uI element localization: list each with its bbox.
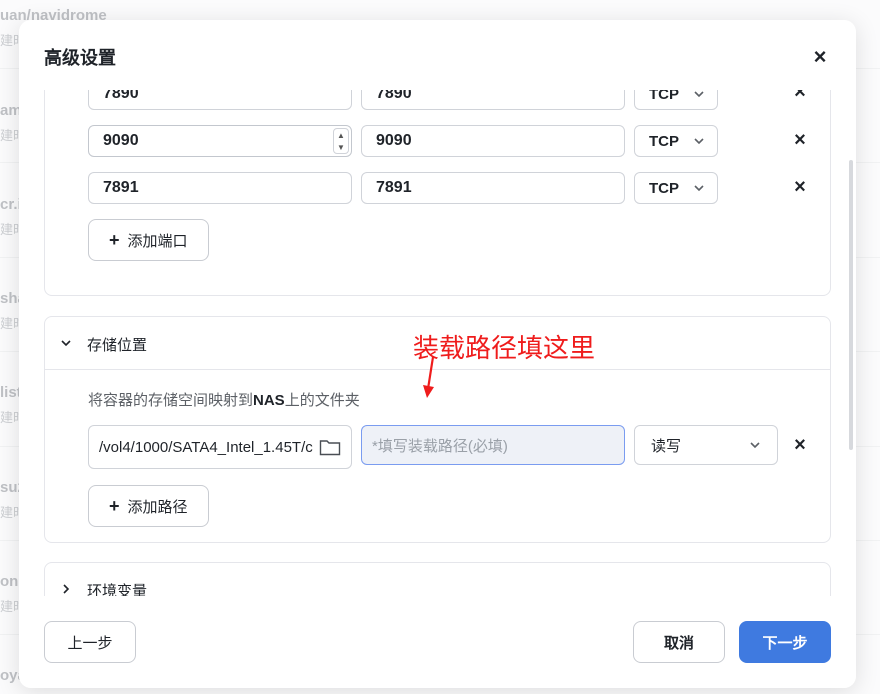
folder-icon[interactable] xyxy=(319,438,341,456)
host-port-input[interactable]: 9090 ▲ ▼ xyxy=(88,125,352,157)
chevron-down-icon xyxy=(61,340,71,347)
chevron-up-icon[interactable]: ▲ xyxy=(337,131,345,140)
host-path-value: /vol4/1000/SATA4_Intel_1.45T/c xyxy=(99,438,313,456)
remove-port-button[interactable]: × xyxy=(792,129,808,151)
description-prefix: 将容器的存储空间映射到 xyxy=(88,392,254,409)
read-write-value: 读写 xyxy=(651,437,682,455)
close-button[interactable]: × xyxy=(810,46,830,68)
remove-port-button[interactable]: × xyxy=(792,90,808,103)
description-suffix: 上的文件夹 xyxy=(284,392,360,409)
chevron-down-icon xyxy=(694,185,704,192)
read-write-select[interactable]: 读写 xyxy=(634,425,778,465)
remove-port-button[interactable]: × xyxy=(792,176,808,198)
container-port-value: 7891 xyxy=(376,179,412,196)
host-port-input[interactable]: 7890 xyxy=(88,90,352,110)
plus-icon: + xyxy=(109,229,120,250)
chevron-down-icon xyxy=(750,442,760,449)
container-port-value: 7890 xyxy=(376,90,412,102)
dialog-header: 高级设置 × xyxy=(19,20,856,90)
close-icon[interactable]: × xyxy=(814,46,827,68)
number-stepper[interactable]: ▲ ▼ xyxy=(333,128,349,154)
protocol-value: TCP xyxy=(649,90,679,103)
host-port-input[interactable]: 7891 xyxy=(88,172,352,204)
add-port-label: 添加端口 xyxy=(127,232,188,250)
container-port-input[interactable]: 7891 xyxy=(361,172,625,204)
scrollbar[interactable] xyxy=(849,160,853,450)
annotation-text: 装载路径填这里 xyxy=(413,333,596,363)
protocol-select[interactable]: TCP xyxy=(634,90,718,110)
host-port-value: 9090 xyxy=(103,132,139,149)
annotation-arrow xyxy=(423,356,435,398)
remove-path-button[interactable]: × xyxy=(792,434,808,456)
host-port-value: 7891 xyxy=(103,179,139,196)
add-path-button[interactable]: + 添加路径 xyxy=(88,485,209,527)
add-path-label: 添加路径 xyxy=(127,498,188,516)
env-section[interactable]: 环境变量 xyxy=(44,562,831,596)
protocol-select[interactable]: TCP xyxy=(634,172,718,204)
container-port-input[interactable]: 7890 xyxy=(361,90,625,110)
ports-section: 7890 7890 TCP × 9090 ▲ ▼ 9090 TCP × 7891 … xyxy=(44,90,831,296)
protocol-select[interactable]: TCP xyxy=(634,125,718,157)
host-port-value: 7890 xyxy=(103,90,139,102)
mount-path-input[interactable]: *填写装载路径(必填) xyxy=(361,425,625,465)
dialog-footer: 上一步 取消 下一步 xyxy=(19,596,856,688)
previous-button[interactable]: 上一步 xyxy=(44,621,136,663)
env-section-title: 环境变量 xyxy=(87,583,148,596)
host-path-input[interactable]: /vol4/1000/SATA4_Intel_1.45T/c xyxy=(88,425,352,469)
mount-path-placeholder: *填写装载路径(必填) xyxy=(372,437,508,455)
chevron-down-icon xyxy=(694,91,704,98)
description-nas: NAS xyxy=(253,392,285,409)
chevron-down-icon[interactable]: ▼ xyxy=(337,143,345,152)
add-port-button[interactable]: + 添加端口 xyxy=(88,219,209,261)
plus-icon: + xyxy=(109,495,120,516)
chevron-down-icon xyxy=(694,138,704,145)
cancel-button[interactable]: 取消 xyxy=(633,621,725,663)
protocol-value: TCP xyxy=(649,179,679,197)
container-port-input[interactable]: 9090 xyxy=(361,125,625,157)
next-button[interactable]: 下一步 xyxy=(739,621,831,663)
container-port-value: 9090 xyxy=(376,132,412,149)
chevron-right-icon xyxy=(63,584,70,594)
protocol-value: TCP xyxy=(649,132,679,150)
storage-section-title: 存储位置 xyxy=(87,337,148,354)
storage-description: 将容器的存储空间映射到NAS上的文件夹 xyxy=(88,389,360,410)
dialog-title: 高级设置 xyxy=(44,48,116,68)
